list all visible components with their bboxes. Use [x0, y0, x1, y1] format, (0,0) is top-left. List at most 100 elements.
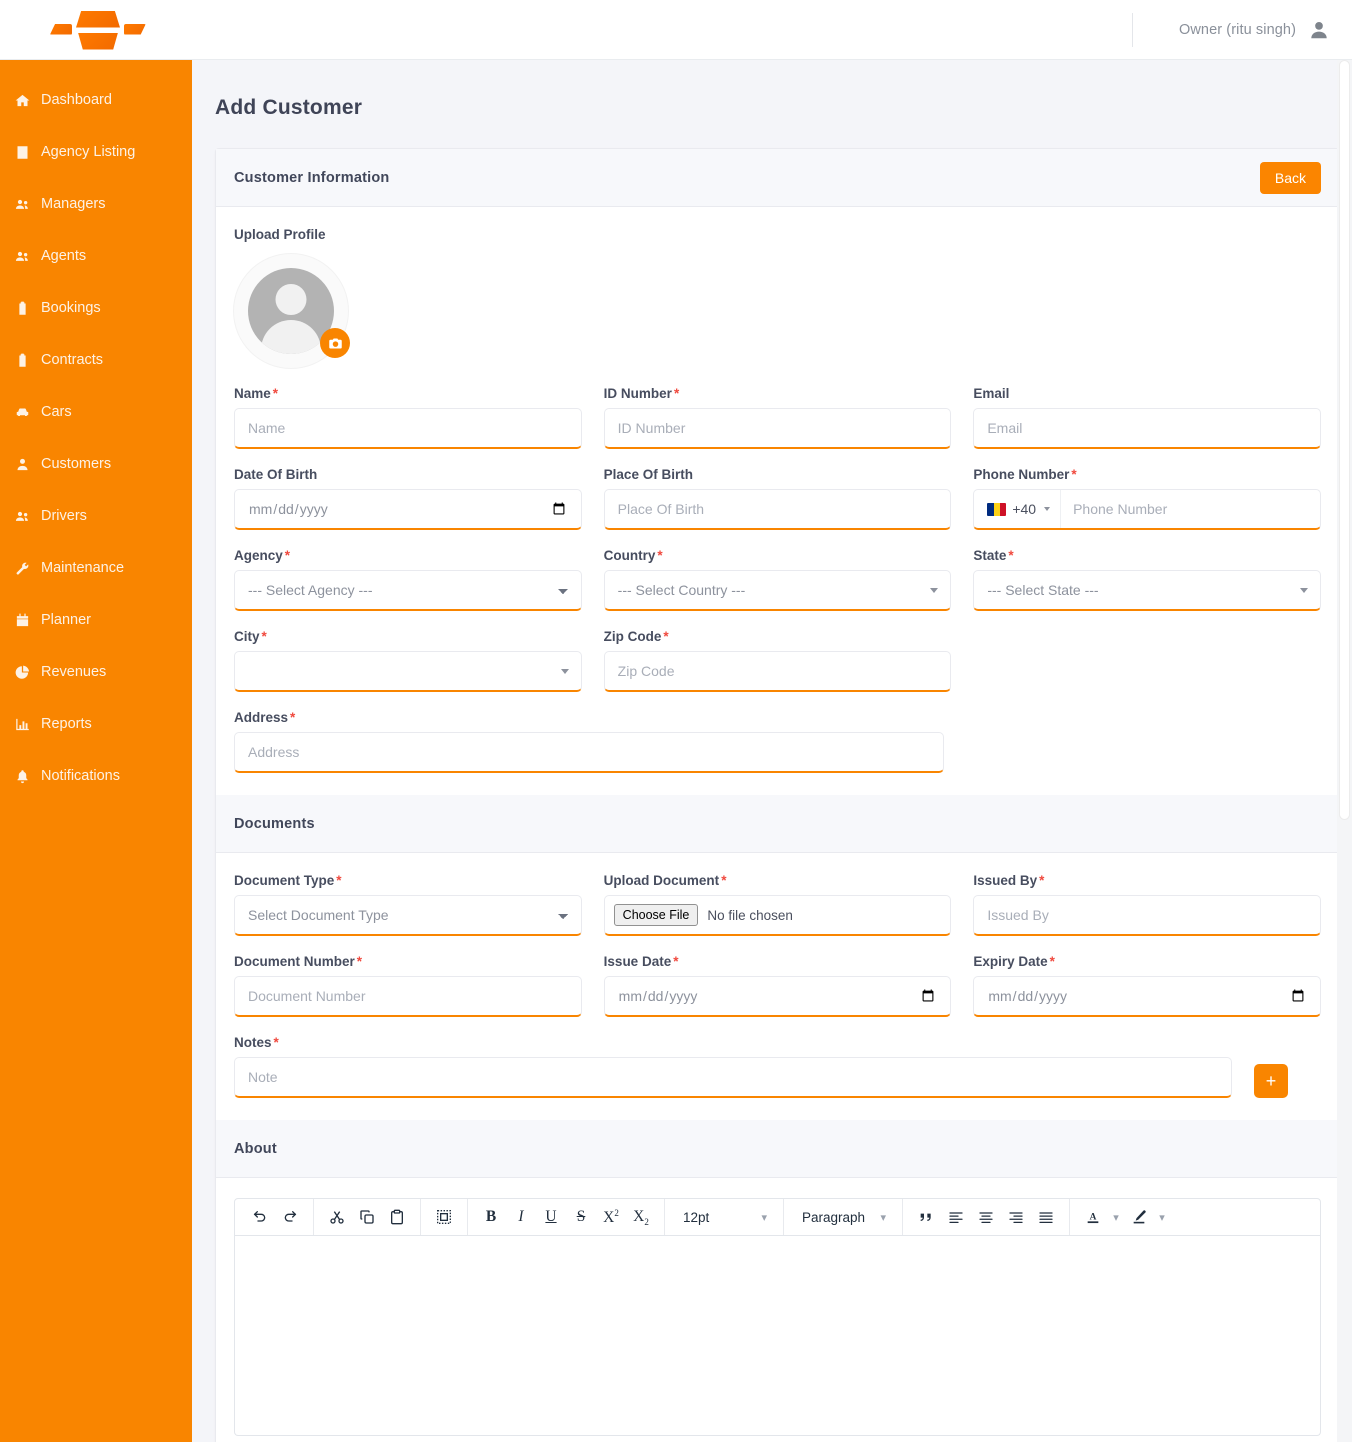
name-input[interactable] [234, 408, 582, 449]
state-select[interactable]: --- Select State --- [973, 570, 1321, 611]
upload-document-input[interactable]: Choose File No file chosen [604, 895, 952, 936]
about-editor-area[interactable] [234, 1236, 1321, 1436]
copy-icon[interactable] [352, 1202, 382, 1232]
sidebar-item-reports[interactable]: Reports [0, 698, 192, 750]
document-type-select[interactable]: Select Document Type [234, 895, 582, 936]
sidebar-item-agency-listing[interactable]: Agency Listing [0, 126, 192, 178]
paste-icon[interactable] [382, 1202, 412, 1232]
header-user-area[interactable]: Owner (ritu singh) [1132, 13, 1352, 47]
state-selected-label: --- Select State --- [987, 582, 1098, 598]
blockquote-icon[interactable] [911, 1202, 941, 1232]
documents-row-1: Document Type* Select Document Type Uplo… [234, 873, 1321, 936]
redo-icon[interactable] [275, 1202, 305, 1232]
sidebar-item-label: Bookings [41, 300, 101, 316]
camera-icon[interactable] [320, 328, 350, 358]
undo-icon[interactable] [245, 1202, 275, 1232]
sidebar-item-managers[interactable]: Managers [0, 178, 192, 230]
required-marker: * [721, 873, 726, 888]
sidebar-item-contracts[interactable]: Contracts [0, 334, 192, 386]
block-format-select[interactable]: Paragraph ▾ [792, 1202, 894, 1232]
align-center-icon[interactable] [971, 1202, 1001, 1232]
cut-icon[interactable] [322, 1202, 352, 1232]
font-size-value: 12pt [683, 1210, 709, 1225]
brand-logo[interactable] [0, 7, 192, 53]
text-color-dropdown-icon[interactable]: ▾ [1108, 1202, 1124, 1232]
sidebar-item-agents[interactable]: Agents [0, 230, 192, 282]
customer-information-body: Upload Profile Name* ID Number* [216, 207, 1339, 795]
sidebar-item-bookings[interactable]: Bookings [0, 282, 192, 334]
field-name: Name* [234, 386, 582, 449]
place-of-birth-input[interactable] [604, 489, 952, 530]
phone-number-input[interactable] [1061, 490, 1320, 528]
email-input[interactable] [973, 408, 1321, 449]
field-label: State* [973, 548, 1321, 563]
field-label: City* [234, 629, 582, 644]
main-content: Add Customer Customer Information Back U… [192, 60, 1352, 1442]
documents-body: Document Type* Select Document Type Uplo… [216, 853, 1339, 1120]
required-marker: * [357, 954, 362, 969]
city-select[interactable] [234, 651, 582, 692]
sidebar-item-planner[interactable]: Planner [0, 594, 192, 646]
issue-date-input[interactable] [604, 976, 952, 1017]
sidebar-item-notifications[interactable]: Notifications [0, 750, 192, 802]
date-of-birth-input[interactable] [234, 489, 582, 530]
superscript-icon[interactable]: X2 [596, 1202, 626, 1232]
issued-by-input[interactable] [973, 895, 1321, 936]
scrollbar-thumb[interactable] [1339, 60, 1350, 820]
notes-input[interactable] [234, 1057, 1232, 1098]
page-scrollbar[interactable] [1337, 60, 1352, 1442]
profile-avatar-upload[interactable] [234, 254, 348, 368]
highlight-color-icon[interactable] [1124, 1202, 1154, 1232]
back-button[interactable]: Back [1260, 162, 1321, 194]
expiry-date-input[interactable] [973, 976, 1321, 1017]
chevron-down-icon: ▾ [761, 1211, 767, 1224]
id-number-input[interactable] [604, 408, 952, 449]
agency-select[interactable]: --- Select Agency --- [234, 570, 582, 611]
field-label: ID Number* [604, 386, 952, 401]
add-document-row-button[interactable]: + [1254, 1064, 1288, 1098]
sidebar-item-revenues[interactable]: Revenues [0, 646, 192, 698]
highlight-color-dropdown-icon[interactable]: ▾ [1154, 1202, 1170, 1232]
form-row-4-spacer [973, 629, 1321, 692]
user-avatar-icon[interactable] [1308, 19, 1330, 41]
address-input[interactable] [234, 732, 944, 773]
svg-text:A: A [1090, 1213, 1097, 1223]
file-status-label: No file chosen [707, 908, 793, 923]
field-id-number: ID Number* [604, 386, 952, 449]
choose-file-button[interactable]: Choose File [614, 904, 699, 926]
sidebar-item-drivers[interactable]: Drivers [0, 490, 192, 542]
documents-header: Documents [216, 795, 1339, 853]
country-code-selector[interactable]: +40 [974, 490, 1061, 528]
required-marker: * [674, 386, 679, 401]
field-label: Issued By* [973, 873, 1321, 888]
form-row-4: City* Zip Code* [234, 629, 1321, 692]
bold-icon[interactable]: B [476, 1202, 506, 1232]
zip-code-input[interactable] [604, 651, 952, 692]
select-all-icon[interactable] [429, 1202, 459, 1232]
field-email: Email [973, 386, 1321, 449]
font-size-select[interactable]: 12pt ▾ [673, 1202, 775, 1232]
sidebar-item-cars[interactable]: Cars [0, 386, 192, 438]
sidebar-item-customers[interactable]: Customers [0, 438, 192, 490]
strikethrough-icon[interactable]: S [566, 1202, 596, 1232]
sidebar-item-dashboard[interactable]: Dashboard [0, 74, 192, 126]
header-divider [1132, 13, 1133, 47]
document-number-input[interactable] [234, 976, 582, 1017]
italic-icon[interactable]: I [506, 1202, 536, 1232]
subscript-icon[interactable]: X2 [626, 1202, 656, 1232]
country-select[interactable]: --- Select Country --- [604, 570, 952, 611]
field-label: Document Type* [234, 873, 582, 888]
underline-icon[interactable]: U [536, 1202, 566, 1232]
wrench-icon [14, 561, 31, 576]
sidebar-item-maintenance[interactable]: Maintenance [0, 542, 192, 594]
customer-information-card: Customer Information Back Upload Profile… [215, 148, 1340, 1442]
required-marker: * [285, 548, 290, 563]
align-left-icon[interactable] [941, 1202, 971, 1232]
field-label: Date Of Birth [234, 467, 582, 482]
field-address: Address* [234, 710, 944, 773]
align-justify-icon[interactable] [1031, 1202, 1061, 1232]
field-label: Zip Code* [604, 629, 952, 644]
align-right-icon[interactable] [1001, 1202, 1031, 1232]
sidebar-item-label: Planner [41, 612, 91, 628]
text-color-icon[interactable]: A [1078, 1202, 1108, 1232]
